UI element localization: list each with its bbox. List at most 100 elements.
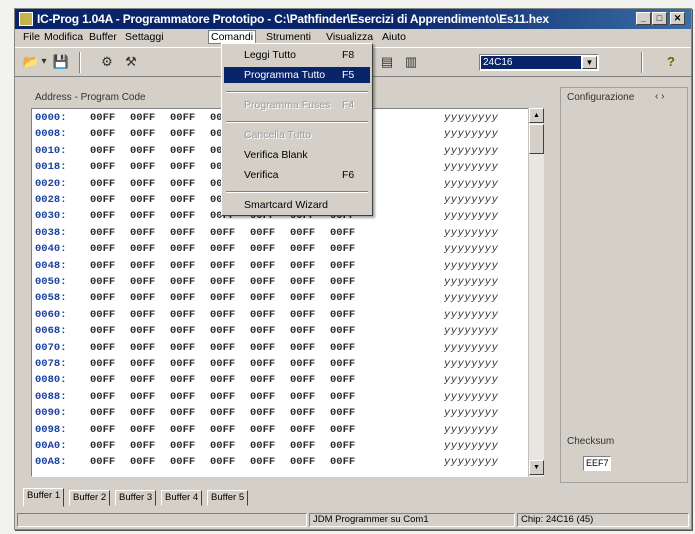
hex-cell[interactable]: 00FF bbox=[210, 243, 235, 255]
hex-cell[interactable]: 00FF bbox=[170, 112, 195, 124]
hex-cell[interactable]: 00FF bbox=[170, 424, 195, 436]
hex-cell[interactable]: 00FF bbox=[290, 292, 315, 304]
hex-cell[interactable]: 00FF bbox=[210, 309, 235, 321]
title-bar[interactable]: IC-Prog 1.04A - Programmatore Prototipo … bbox=[15, 9, 691, 29]
hex-cell[interactable]: 00FF bbox=[250, 456, 275, 468]
hex-cell[interactable]: 00FF bbox=[130, 292, 155, 304]
hex-cell[interactable]: 00FF bbox=[330, 456, 355, 468]
hex-cell[interactable]: 00FF bbox=[90, 456, 115, 468]
hex-cell[interactable]: 00FF bbox=[170, 276, 195, 288]
hex-cell[interactable]: 00FF bbox=[290, 243, 315, 255]
device-select[interactable]: 24C16 ▼ bbox=[479, 54, 599, 71]
hex-cell[interactable]: 00FF bbox=[130, 342, 155, 354]
hex-cell[interactable]: 00FF bbox=[170, 391, 195, 403]
hex-cell[interactable]: 00FF bbox=[250, 391, 275, 403]
hex-cell[interactable]: 00FF bbox=[210, 325, 235, 337]
hex-cell[interactable]: 00FF bbox=[170, 227, 195, 239]
hex-cell[interactable]: 00FF bbox=[170, 358, 195, 370]
hex-cell[interactable]: 00FF bbox=[210, 456, 235, 468]
hex-cell[interactable]: 00FF bbox=[330, 407, 355, 419]
chip-settings-icon[interactable]: ⚒ bbox=[121, 53, 141, 71]
hex-cell[interactable]: 00FF bbox=[290, 276, 315, 288]
hex-cell[interactable]: 00FF bbox=[210, 424, 235, 436]
hex-cell[interactable]: 00FF bbox=[90, 227, 115, 239]
menu-comandi[interactable]: Comandi bbox=[208, 30, 257, 44]
hex-cell[interactable]: 00FF bbox=[330, 227, 355, 239]
menu-item-verifica-blank[interactable]: Verifica Blank bbox=[224, 147, 370, 163]
menu-item-leggi-tutto[interactable]: Leggi Tutto F8 bbox=[224, 47, 370, 63]
program-icon[interactable]: ▥ bbox=[401, 53, 421, 71]
hex-cell[interactable]: 00FF bbox=[250, 260, 275, 272]
read-icon[interactable]: ▤ bbox=[377, 53, 397, 71]
hex-cell[interactable]: 00FF bbox=[90, 276, 115, 288]
menu-visualizza[interactable]: Visualizza bbox=[326, 31, 373, 43]
hex-cell[interactable]: 00FF bbox=[90, 424, 115, 436]
hex-cell[interactable]: 00FF bbox=[90, 407, 115, 419]
hex-cell[interactable]: 00FF bbox=[130, 391, 155, 403]
hex-cell[interactable]: 00FF bbox=[130, 456, 155, 468]
chip-read-icon[interactable]: ⚙ bbox=[97, 53, 117, 71]
hex-cell[interactable]: 00FF bbox=[330, 424, 355, 436]
hex-cell[interactable]: 00FF bbox=[130, 178, 155, 190]
hex-cell[interactable]: 00FF bbox=[90, 194, 115, 206]
hex-cell[interactable]: 00FF bbox=[170, 325, 195, 337]
hex-cell[interactable]: 00FF bbox=[170, 161, 195, 173]
hex-cell[interactable]: 00FF bbox=[170, 178, 195, 190]
menu-item-smartcard-wizard[interactable]: Smartcard Wizard bbox=[224, 197, 370, 213]
hex-cell[interactable]: 00FF bbox=[130, 407, 155, 419]
menu-strumenti[interactable]: Strumenti bbox=[266, 31, 311, 43]
hex-cell[interactable]: 00FF bbox=[130, 145, 155, 157]
hex-cell[interactable]: 00FF bbox=[90, 178, 115, 190]
hex-cell[interactable]: 00FF bbox=[130, 112, 155, 124]
menu-item-programma-tutto[interactable]: Programma Tutto F5 bbox=[224, 67, 370, 83]
hex-cell[interactable]: 00FF bbox=[330, 276, 355, 288]
hex-cell[interactable]: 00FF bbox=[90, 145, 115, 157]
scroll-up-icon[interactable]: ▲ bbox=[529, 108, 544, 123]
hex-cell[interactable]: 00FF bbox=[210, 374, 235, 386]
hex-cell[interactable]: 00FF bbox=[210, 342, 235, 354]
hex-cell[interactable]: 00FF bbox=[170, 374, 195, 386]
hex-cell[interactable]: 00FF bbox=[130, 128, 155, 140]
hex-cell[interactable]: 00FF bbox=[330, 292, 355, 304]
hex-cell[interactable]: 00FF bbox=[290, 391, 315, 403]
hex-cell[interactable]: 00FF bbox=[210, 440, 235, 452]
hex-cell[interactable]: 00FF bbox=[130, 309, 155, 321]
grid-vertical-scrollbar[interactable]: ▲ ▼ bbox=[528, 108, 544, 477]
hex-cell[interactable]: 00FF bbox=[250, 227, 275, 239]
hex-cell[interactable]: 00FF bbox=[130, 358, 155, 370]
hex-cell[interactable]: 00FF bbox=[330, 325, 355, 337]
hex-cell[interactable]: 00FF bbox=[90, 128, 115, 140]
open-folder-icon[interactable]: 📂 bbox=[21, 53, 41, 71]
hex-cell[interactable]: 00FF bbox=[250, 342, 275, 354]
hex-cell[interactable]: 00FF bbox=[130, 374, 155, 386]
tab-buffer-4[interactable]: Buffer 4 bbox=[161, 490, 203, 506]
hex-cell[interactable]: 00FF bbox=[330, 260, 355, 272]
hex-cell[interactable]: 00FF bbox=[290, 407, 315, 419]
hex-cell[interactable]: 00FF bbox=[130, 161, 155, 173]
hex-cell[interactable]: 00FF bbox=[210, 260, 235, 272]
hex-cell[interactable]: 00FF bbox=[250, 309, 275, 321]
hex-cell[interactable]: 00FF bbox=[290, 456, 315, 468]
help-icon[interactable]: ? bbox=[661, 53, 681, 71]
hex-cell[interactable]: 00FF bbox=[90, 440, 115, 452]
hex-cell[interactable]: 00FF bbox=[130, 243, 155, 255]
menu-item-verifica[interactable]: Verifica F6 bbox=[224, 167, 370, 183]
chevron-down-icon[interactable]: ▼ bbox=[582, 56, 597, 69]
hex-cell[interactable]: 00FF bbox=[90, 358, 115, 370]
hex-cell[interactable]: 00FF bbox=[90, 342, 115, 354]
hex-cell[interactable]: 00FF bbox=[90, 292, 115, 304]
hex-cell[interactable]: 00FF bbox=[250, 276, 275, 288]
hex-cell[interactable]: 00FF bbox=[170, 407, 195, 419]
tab-buffer-2[interactable]: Buffer 2 bbox=[69, 490, 111, 506]
panel-scroll-arrows-icon[interactable]: ‹ › bbox=[655, 91, 664, 102]
hex-cell[interactable]: 00FF bbox=[130, 440, 155, 452]
hex-cell[interactable]: 00FF bbox=[210, 358, 235, 370]
hex-cell[interactable]: 00FF bbox=[290, 358, 315, 370]
tab-buffer-5[interactable]: Buffer 5 bbox=[207, 490, 249, 506]
hex-cell[interactable]: 00FF bbox=[330, 309, 355, 321]
hex-cell[interactable]: 00FF bbox=[290, 227, 315, 239]
hex-cell[interactable]: 00FF bbox=[170, 456, 195, 468]
save-disk-icon[interactable]: 💾 bbox=[51, 53, 71, 71]
dropdown-arrow-icon[interactable]: ▾ bbox=[39, 53, 49, 71]
menu-settaggi[interactable]: Settaggi bbox=[125, 31, 164, 43]
